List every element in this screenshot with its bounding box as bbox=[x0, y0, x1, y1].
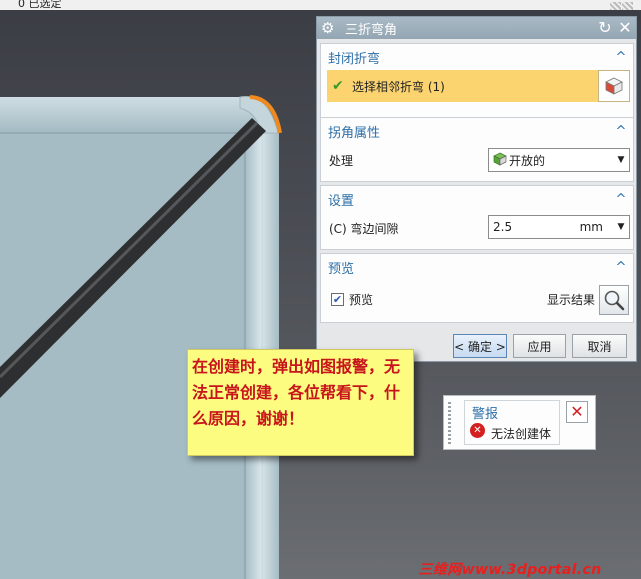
section-header[interactable]: 封闭折弯 ^ bbox=[321, 44, 633, 70]
warning-message: 无法创建体 bbox=[491, 427, 552, 441]
section-header[interactable]: 设置 ^ bbox=[321, 186, 633, 212]
bend-gap-unit: mm bbox=[579, 220, 603, 234]
collapse-chevron-icon[interactable]: ^ bbox=[612, 192, 630, 207]
dialog-titlebar: ⚙ 三折弯角 ↻ ✕ bbox=[317, 17, 636, 39]
section-title: 拐角属性 bbox=[328, 125, 381, 141]
dropdown-arrow-icon: ▼ bbox=[617, 155, 625, 165]
dialog-title: 三折弯角 bbox=[345, 22, 398, 38]
section-header[interactable]: 预览 ^ bbox=[321, 254, 633, 280]
bend-gap-label: (C) 弯边间隙 bbox=[329, 221, 399, 236]
toolbar-icons[interactable] bbox=[609, 0, 635, 10]
refresh-icon[interactable]: ↻ bbox=[596, 19, 614, 37]
ok-button[interactable]: < 确定 > bbox=[453, 334, 507, 358]
dropdown-arrow-icon[interactable]: ▼ bbox=[613, 222, 629, 232]
show-result-label: 显示结果 bbox=[546, 292, 595, 307]
apply-button[interactable]: 应用 bbox=[513, 334, 566, 358]
drag-handle[interactable] bbox=[448, 402, 451, 444]
open-corner-icon bbox=[493, 152, 509, 169]
select-adjacent-bend-row[interactable]: ✔ 选择相邻折弯 (1) bbox=[327, 70, 630, 102]
section-title: 预览 bbox=[328, 261, 355, 277]
cube-select-icon[interactable] bbox=[598, 70, 630, 102]
collapse-chevron-icon[interactable]: ^ bbox=[612, 50, 630, 65]
preview-checkbox[interactable]: ✔ bbox=[331, 292, 344, 306]
section-title: 封闭折弯 bbox=[328, 51, 381, 67]
treatment-label: 处理 bbox=[329, 153, 354, 168]
close-icon[interactable]: ✕ bbox=[566, 401, 588, 423]
top-status-bar: 0 已选定 bbox=[0, 0, 641, 10]
treatment-dropdown[interactable]: 开放的 ▼ bbox=[488, 148, 630, 172]
bend-gap-value[interactable]: 2.5 bbox=[493, 220, 512, 234]
bend-gap-input[interactable]: 2.5 mm ▼ bbox=[488, 215, 630, 239]
magnifier-icon[interactable] bbox=[599, 285, 629, 315]
section-preview: 预览 ^ ✔ 预览 显示结果 bbox=[320, 253, 634, 323]
watermark-text: 三维网www.3dportal.cn bbox=[418, 562, 602, 578]
warning-body: 警报 ✕ 无法创建体 bbox=[464, 400, 560, 445]
preview-label: 预览 bbox=[349, 292, 374, 307]
selection-status: 0 已选定 bbox=[18, 0, 62, 10]
sheet-metal-model bbox=[0, 95, 282, 579]
collapse-chevron-icon[interactable]: ^ bbox=[612, 124, 630, 139]
top-flange bbox=[0, 97, 270, 133]
model-viewport[interactable] bbox=[0, 10, 316, 579]
close-icon[interactable]: ✕ bbox=[616, 19, 634, 37]
gear-icon[interactable]: ⚙ bbox=[321, 20, 337, 36]
error-icon: ✕ bbox=[470, 423, 485, 438]
warning-title: 警报 bbox=[472, 407, 499, 422]
section-title: 设置 bbox=[328, 193, 355, 209]
annotation-note: 在创建时，弹出如图报警，无法正常创建，各位帮看下，什么原因，谢谢！ bbox=[187, 349, 414, 456]
three-bend-corner-dialog: ⚙ 三折弯角 ↻ ✕ 封闭折弯 ^ ✔ 选择相邻折弯 (1) 拐角属性 ^ 处理… bbox=[316, 16, 637, 362]
section-corner-properties: 拐角属性 ^ 处理 开放的 ▼ bbox=[320, 117, 634, 182]
watermark: 三维网www.3dportal.cn bbox=[418, 559, 638, 578]
check-icon: ✔ bbox=[332, 78, 344, 94]
section-header[interactable]: 拐角属性 ^ bbox=[321, 118, 633, 144]
cancel-button[interactable]: 取消 bbox=[572, 334, 627, 358]
collapse-chevron-icon[interactable]: ^ bbox=[612, 260, 630, 275]
section-settings: 设置 ^ (C) 弯边间隙 2.5 mm ▼ bbox=[320, 185, 634, 250]
warning-popup: 警报 ✕ 无法创建体 ✕ bbox=[443, 395, 596, 450]
select-adjacent-bend-label: 选择相邻折弯 (1) bbox=[352, 79, 445, 94]
treatment-value: 开放的 bbox=[509, 153, 546, 168]
